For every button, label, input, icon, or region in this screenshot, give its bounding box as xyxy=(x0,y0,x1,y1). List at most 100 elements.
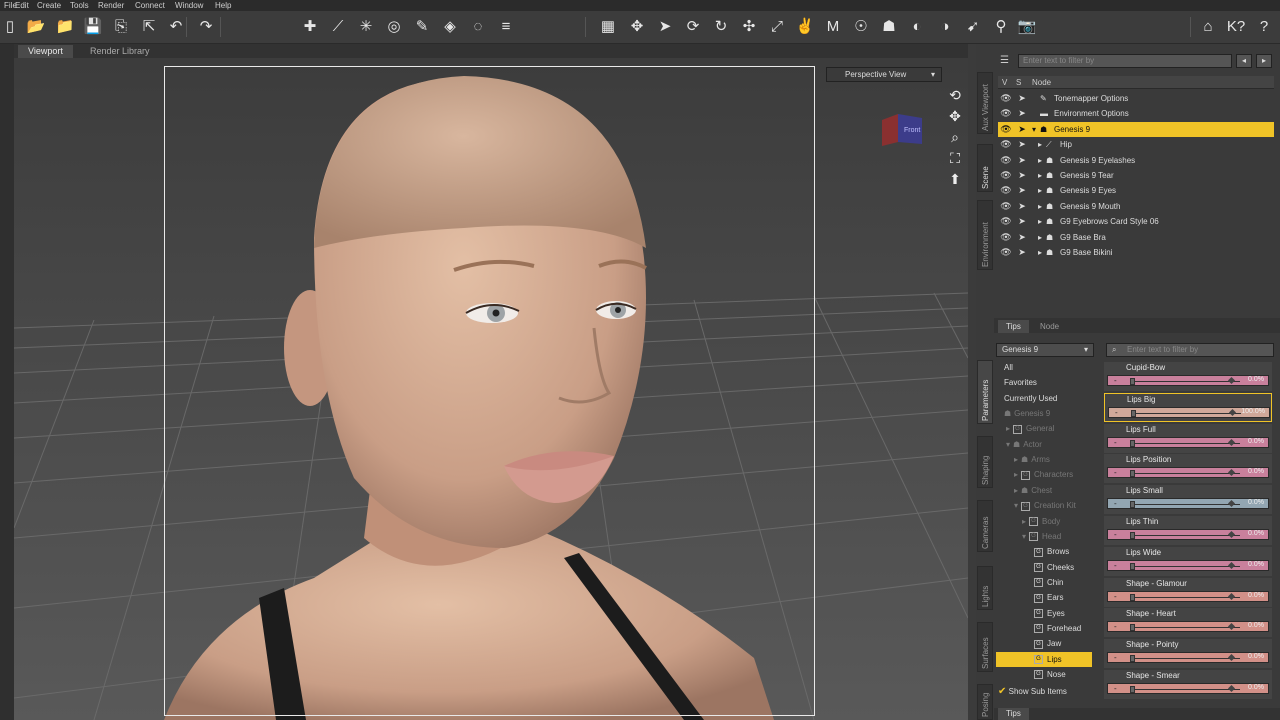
slider-bar[interactable]: - 0.0% xyxy=(1107,559,1269,571)
parameter-value[interactable]: 100.0% xyxy=(1241,408,1265,415)
rotate-camera-icon[interactable]: ⟳ xyxy=(683,17,703,37)
tab-viewport[interactable]: Viewport xyxy=(18,45,73,58)
slider-bar[interactable]: - 0.0% xyxy=(1107,529,1269,540)
parameter-slider[interactable]: Cupid-Bow - 0.0% xyxy=(1104,362,1272,391)
parameter-category-item[interactable]: G Cheeks xyxy=(996,560,1092,575)
slider-knob[interactable] xyxy=(1131,409,1136,417)
shading-icon[interactable]: ◑ xyxy=(935,17,955,37)
arrow-left-icon[interactable]: ◂ xyxy=(1236,54,1252,68)
spot-render-icon[interactable]: ✳ xyxy=(356,17,376,37)
parameter-category-item[interactable]: All xyxy=(996,360,1092,375)
decrement-icon[interactable]: - xyxy=(1114,561,1117,570)
select-pointer-icon[interactable]: ➤ xyxy=(1016,122,1028,137)
tab-tips[interactable]: Tips xyxy=(998,320,1029,333)
parameter-category-item[interactable]: G Chin xyxy=(996,575,1092,590)
slider-bar[interactable]: - 0.0% xyxy=(1107,652,1269,664)
node-selection-icon[interactable]: ➤ xyxy=(655,17,675,37)
expand-arrow-icon[interactable]: ▸ xyxy=(1038,183,1042,198)
new-icon[interactable]: ▯ xyxy=(0,17,20,37)
eye-icon[interactable]: 👁 xyxy=(1000,245,1012,260)
eye-icon[interactable]: 👁 xyxy=(1000,230,1012,245)
orbit-icon[interactable]: ↻ xyxy=(711,17,731,37)
morph-icon[interactable]: M xyxy=(823,17,843,37)
undo-icon[interactable]: ↶ xyxy=(166,17,186,37)
select-pointer-icon[interactable]: ➤ xyxy=(1016,106,1028,121)
node-weight-map-icon[interactable]: ➹ xyxy=(963,17,983,37)
tab-scene[interactable]: Scene xyxy=(977,144,993,192)
slider-bar[interactable]: - 0.0% xyxy=(1107,436,1269,448)
tab-cameras[interactable]: Cameras xyxy=(977,500,993,552)
parameter-slider[interactable]: Lips Thin - 0.0% xyxy=(1104,516,1272,545)
column-selectable[interactable]: S xyxy=(1016,76,1021,89)
decrement-icon[interactable]: - xyxy=(1114,530,1117,539)
parameter-category-item[interactable]: G Forehead xyxy=(996,621,1092,636)
parameter-category-item[interactable]: G Lips xyxy=(996,651,1092,667)
expand-arrow-icon[interactable]: ▸ xyxy=(1038,214,1042,229)
universal-tool-icon[interactable]: ✥ xyxy=(627,17,647,37)
expand-arrow-icon[interactable]: ▸ xyxy=(1006,424,1010,433)
align-icon[interactable]: ≡ xyxy=(496,17,516,37)
parameter-value[interactable]: 0.0% xyxy=(1248,622,1264,629)
tab-tips[interactable]: Tips xyxy=(998,708,1029,720)
parameter-value[interactable]: 0.0% xyxy=(1248,530,1264,537)
slider-knob[interactable] xyxy=(1130,501,1135,509)
export-icon[interactable]: ⇱ xyxy=(139,17,159,37)
decrement-icon[interactable]: - xyxy=(1114,653,1117,662)
active-pose-icon[interactable]: ✌ xyxy=(795,17,815,37)
slider-knob[interactable] xyxy=(1130,470,1135,478)
slider-bar[interactable]: - 0.0% xyxy=(1107,467,1269,479)
grid-icon[interactable]: ▦ xyxy=(598,17,618,37)
select-pointer-icon[interactable]: ➤ xyxy=(1016,214,1028,229)
expand-arrow-icon[interactable]: ▸ xyxy=(1014,470,1018,479)
eye-icon[interactable]: 👁 xyxy=(1000,122,1012,137)
scene-node-row[interactable]: 👁 ➤ ▸ ☗ Genesis 9 Tear xyxy=(998,168,1274,183)
parameter-value[interactable]: 0.0% xyxy=(1248,561,1264,568)
tab-surfaces[interactable]: Surfaces xyxy=(977,622,993,672)
scene-node-row[interactable]: 👁 ➤ ▸ ⟋ Hip xyxy=(998,137,1274,152)
parameter-target-dropdown[interactable]: Genesis 9 ▾ xyxy=(996,343,1094,357)
node-weight-icon[interactable]: ✎ xyxy=(412,17,432,37)
decrement-icon[interactable]: - xyxy=(1114,468,1117,477)
region-navigator-icon[interactable]: ◌ xyxy=(468,17,488,37)
select-pointer-icon[interactable]: ➤ xyxy=(1016,91,1028,106)
slider-knob[interactable] xyxy=(1130,624,1135,632)
tab-lights[interactable]: Lights xyxy=(977,566,993,610)
menu-window[interactable]: Window xyxy=(175,0,203,11)
surface-editor-icon[interactable]: ◐ xyxy=(907,17,927,37)
decrement-icon[interactable]: - xyxy=(1114,622,1117,631)
camera-pan-icon[interactable]: ✥ xyxy=(946,107,964,125)
scene-node-row[interactable]: 👁 ➤ ▸ ☗ Genesis 9 Eyes xyxy=(998,183,1274,198)
camera-rotate-icon[interactable]: ⟲ xyxy=(946,86,964,104)
parameter-slider[interactable]: Lips Small - 0.0% xyxy=(1104,485,1272,515)
eye-icon[interactable]: 👁 xyxy=(1000,183,1012,198)
home-icon[interactable]: ⌂ xyxy=(1198,17,1218,37)
scene-node-row[interactable]: 👁 ➤ ▸ ☗ Genesis 9 Mouth xyxy=(998,199,1274,214)
slider-bar[interactable]: - 0.0% xyxy=(1107,590,1269,602)
menu-edit[interactable]: Edit xyxy=(15,0,29,11)
parameter-category-item[interactable]: Currently Used xyxy=(996,391,1092,406)
slider-knob[interactable] xyxy=(1130,593,1135,601)
scene-node-row[interactable]: 👁 ➤ ▸ ☗ Genesis 9 Eyelashes xyxy=(998,153,1274,168)
parameter-category-item[interactable]: Favorites xyxy=(996,375,1092,390)
select-pointer-icon[interactable]: ➤ xyxy=(1016,153,1028,168)
parameter-slider[interactable]: Shape - Glamour - 0.0% xyxy=(1104,577,1272,607)
tab-render-library[interactable]: Render Library xyxy=(80,45,160,58)
parameter-value[interactable]: 0.0% xyxy=(1248,592,1264,599)
parameter-category-item[interactable]: ▾ G Head xyxy=(996,529,1092,544)
whats-this-icon[interactable]: ? xyxy=(1254,17,1274,37)
parameter-value[interactable]: 0.0% xyxy=(1248,499,1264,506)
expand-arrow-icon[interactable]: ▸ xyxy=(1038,230,1042,245)
eye-icon[interactable]: 👁 xyxy=(1000,91,1012,106)
decrement-icon[interactable]: - xyxy=(1114,499,1117,508)
joint-editor-icon[interactable]: ⟋ xyxy=(328,17,348,37)
slider-knob[interactable] xyxy=(1130,532,1135,539)
parameter-category-item[interactable]: ▾ ☗ Actor xyxy=(996,437,1092,452)
surface-selection-icon[interactable]: ◈ xyxy=(440,17,460,37)
parameter-value[interactable]: 0.0% xyxy=(1248,653,1264,660)
parameter-value[interactable]: 0.0% xyxy=(1248,684,1264,691)
tab-node[interactable]: Node xyxy=(1032,320,1067,333)
expand-arrow-icon[interactable]: ▸ xyxy=(1014,455,1018,464)
expand-arrow-icon[interactable]: ▾ xyxy=(1032,122,1036,137)
expand-arrow-icon[interactable]: ▸ xyxy=(1038,199,1042,214)
scene-node-row[interactable]: 👁 ➤ ▸ ☗ G9 Eyebrows Card Style 06 xyxy=(998,214,1274,229)
